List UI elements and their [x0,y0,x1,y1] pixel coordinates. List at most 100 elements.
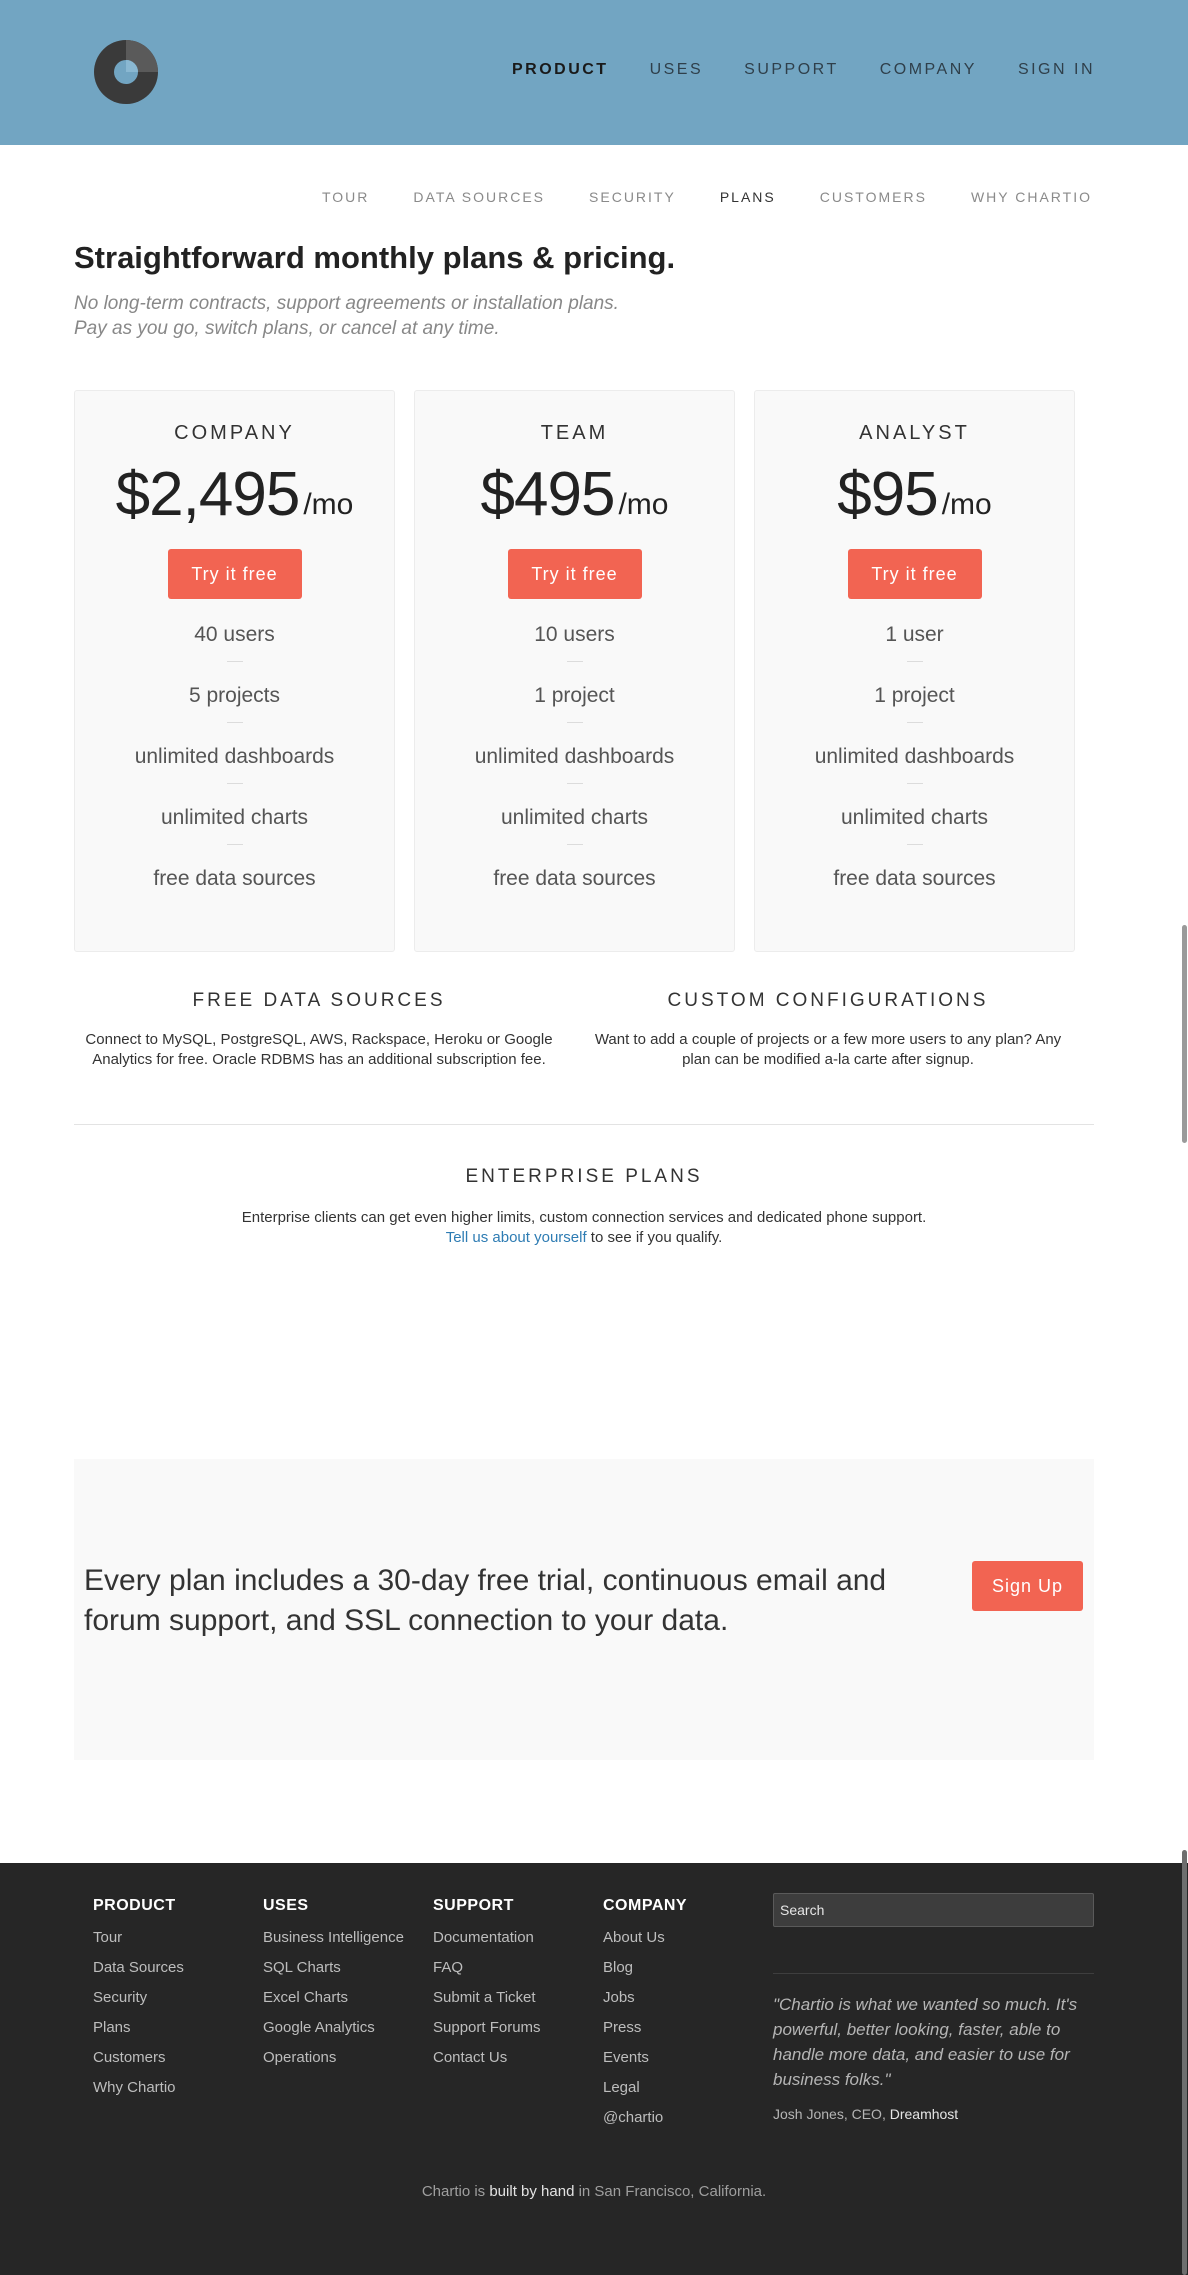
sign-up-button[interactable]: Sign Up [972,1561,1083,1611]
enterprise-section: ENTERPRISE PLANS Enterprise clients can … [74,1166,1094,1248]
section-text: Connect to MySQL, PostgreSQL, AWS, Racks… [79,1030,559,1070]
subnav-plans[interactable]: PLANS [720,189,776,205]
price-period: /mo [303,488,354,521]
text-line: Enterprise clients can get even higher l… [241,1209,927,1226]
footer-heading: COMPANY [603,1897,688,1914]
plan-name: COMPANY [174,422,295,444]
feature-charts: unlimited charts [755,800,1074,861]
nav-support[interactable]: SUPPORT [744,61,839,79]
subtitle-line-1: No long-term contracts, support agreemen… [74,293,619,314]
footer-credit: Chartio is built by hand in San Francisc… [0,2183,1188,2200]
feature-data-sources: free data sources [833,867,996,890]
footer-heading: PRODUCT [93,1897,176,1914]
text-line: Tell us about yourself to see if you qua… [74,1228,1094,1248]
feature-dashboards: unlimited dashboards [75,739,394,800]
feature-data-sources: free data sources [493,867,656,890]
text-fragment: to see if you qualify. [586,1229,723,1246]
credit-part: in San Francisco, California. [574,2183,767,2200]
footer-link-blog[interactable]: Blog [603,1953,687,1983]
plan-features: 1 user 1 project unlimited dashboards un… [755,617,1074,922]
footer-link-why-chartio[interactable]: Why Chartio [93,2073,184,2103]
footer-col-uses: USES Business Intelligence SQL Charts Ex… [263,1897,404,2073]
subnav-why-chartio[interactable]: WHY CHARTIO [971,189,1092,205]
footer-link-twitter[interactable]: @chartio [603,2103,687,2133]
footer-link-about-us[interactable]: About Us [603,1923,687,1953]
subnav-customers[interactable]: CUSTOMERS [820,189,927,205]
nav-product[interactable]: PRODUCT [512,61,609,79]
nav-uses[interactable]: USES [650,61,704,79]
trial-text: Every plan includes a 30-day free trial,… [84,1561,964,1641]
text-line: Connect to MySQL, PostgreSQL, AWS, Racks… [85,1031,553,1048]
try-free-button[interactable]: Try it free [847,549,982,599]
tell-us-link[interactable]: Tell us about yourself [446,1229,587,1246]
testimonial-author: Josh Jones, CEO, Dreamhost [773,2106,1094,2122]
footer-heading: USES [263,1897,309,1914]
feature-data-sources: free data sources [153,867,316,890]
scrollbar-thumb[interactable] [1182,925,1187,1143]
footer-col-company: COMPANY About Us Blog Jobs Press Events … [603,1897,687,2133]
try-free-button[interactable]: Try it free [507,549,642,599]
feature-dashboards: unlimited dashboards [755,739,1074,800]
trial-line-1: Every plan includes a 30-day free trial,… [84,1564,887,1597]
feature-users: 1 user [755,617,1074,678]
footer-link-submit-ticket[interactable]: Submit a Ticket [433,1983,541,2013]
footer-link-customers[interactable]: Customers [93,2043,184,2073]
try-free-button[interactable]: Try it free [167,549,302,599]
main-nav: PRODUCT USES SUPPORT COMPANY SIGN IN [512,61,1095,79]
footer-link-operations[interactable]: Operations [263,2043,404,2073]
footer-link-tour[interactable]: Tour [93,1923,184,1953]
feature-users: 10 users [415,617,734,678]
footer-link-contact-us[interactable]: Contact Us [433,2043,541,2073]
feature-projects: 1 project [755,678,1074,739]
footer-link-faq[interactable]: FAQ [433,1953,541,1983]
footer-link-plans[interactable]: Plans [93,2013,184,2043]
subnav-tour[interactable]: TOUR [322,189,369,205]
feature-dashboards: unlimited dashboards [415,739,734,800]
free-data-sources-section: FREE DATA SOURCES Connect to MySQL, Post… [79,990,559,1070]
author-name: Josh Jones, CEO, [773,2106,890,2122]
footer-scrollbar-thumb[interactable] [1182,1850,1187,2275]
subnav-data-sources[interactable]: DATA SOURCES [413,189,545,205]
subnav-security[interactable]: SECURITY [589,189,676,205]
plan-card-company: COMPANY $2,495 /mo Try it free 40 users … [74,390,395,952]
feature-charts: unlimited charts [75,800,394,861]
price-period: /mo [618,488,669,521]
subtitle-line-2: Pay as you go, switch plans, or cancel a… [74,318,500,339]
footer-link-data-sources[interactable]: Data Sources [93,1953,184,1983]
search-input[interactable] [773,1893,1094,1927]
footer-link-documentation[interactable]: Documentation [433,1923,541,1953]
footer-link-support-forums[interactable]: Support Forums [433,2013,541,2043]
footer-link-security[interactable]: Security [93,1983,184,2013]
price-amount: $95 [837,460,938,529]
price-period: /mo [941,488,992,521]
footer-link-legal[interactable]: Legal [603,2073,687,2103]
nav-sign-in[interactable]: SIGN IN [1018,61,1095,79]
plan-card-team: TEAM $495 /mo Try it free 10 users 1 pro… [414,390,735,952]
footer-link-events[interactable]: Events [603,2043,687,2073]
section-divider [74,1124,1094,1125]
custom-configurations-section: CUSTOM CONFIGURATIONS Want to add a coup… [588,990,1068,1070]
footer-link-jobs[interactable]: Jobs [603,1983,687,2013]
scrollbar[interactable] [1180,0,1188,2275]
author-org-link[interactable]: Dreamhost [890,2106,958,2122]
footer-link-press[interactable]: Press [603,2013,687,2043]
chartio-logo-icon[interactable] [93,39,159,105]
footer-col-product: PRODUCT Tour Data Sources Security Plans… [93,1897,184,2103]
price-amount: $2,495 [115,460,301,529]
footer-col-support: SUPPORT Documentation FAQ Submit a Ticke… [433,1897,541,2073]
section-text: Want to add a couple of projects or a fe… [588,1030,1068,1070]
footer-link-google-analytics[interactable]: Google Analytics [263,2013,404,2043]
footer-heading: SUPPORT [433,1897,514,1914]
plan-price: $495 /mo [415,463,734,527]
trial-line-2: forum support, and SSL connection to you… [84,1604,729,1637]
footer-link-business-intelligence[interactable]: Business Intelligence [263,1923,404,1953]
plan-card-analyst: ANALYST $95 /mo Try it free 1 user 1 pro… [754,390,1075,952]
footer-link-excel-charts[interactable]: Excel Charts [263,1983,404,2013]
free-trial-banner: Every plan includes a 30-day free trial,… [74,1459,1094,1760]
testimonial: "Chartio is what we wanted so much. It's… [773,1973,1094,2122]
feature-projects: 1 project [415,678,734,739]
nav-company[interactable]: COMPANY [880,61,977,79]
testimonial-quote: "Chartio is what we wanted so much. It's… [773,1995,1078,2089]
plan-price: $2,495 /mo [75,463,394,527]
footer-link-sql-charts[interactable]: SQL Charts [263,1953,404,1983]
